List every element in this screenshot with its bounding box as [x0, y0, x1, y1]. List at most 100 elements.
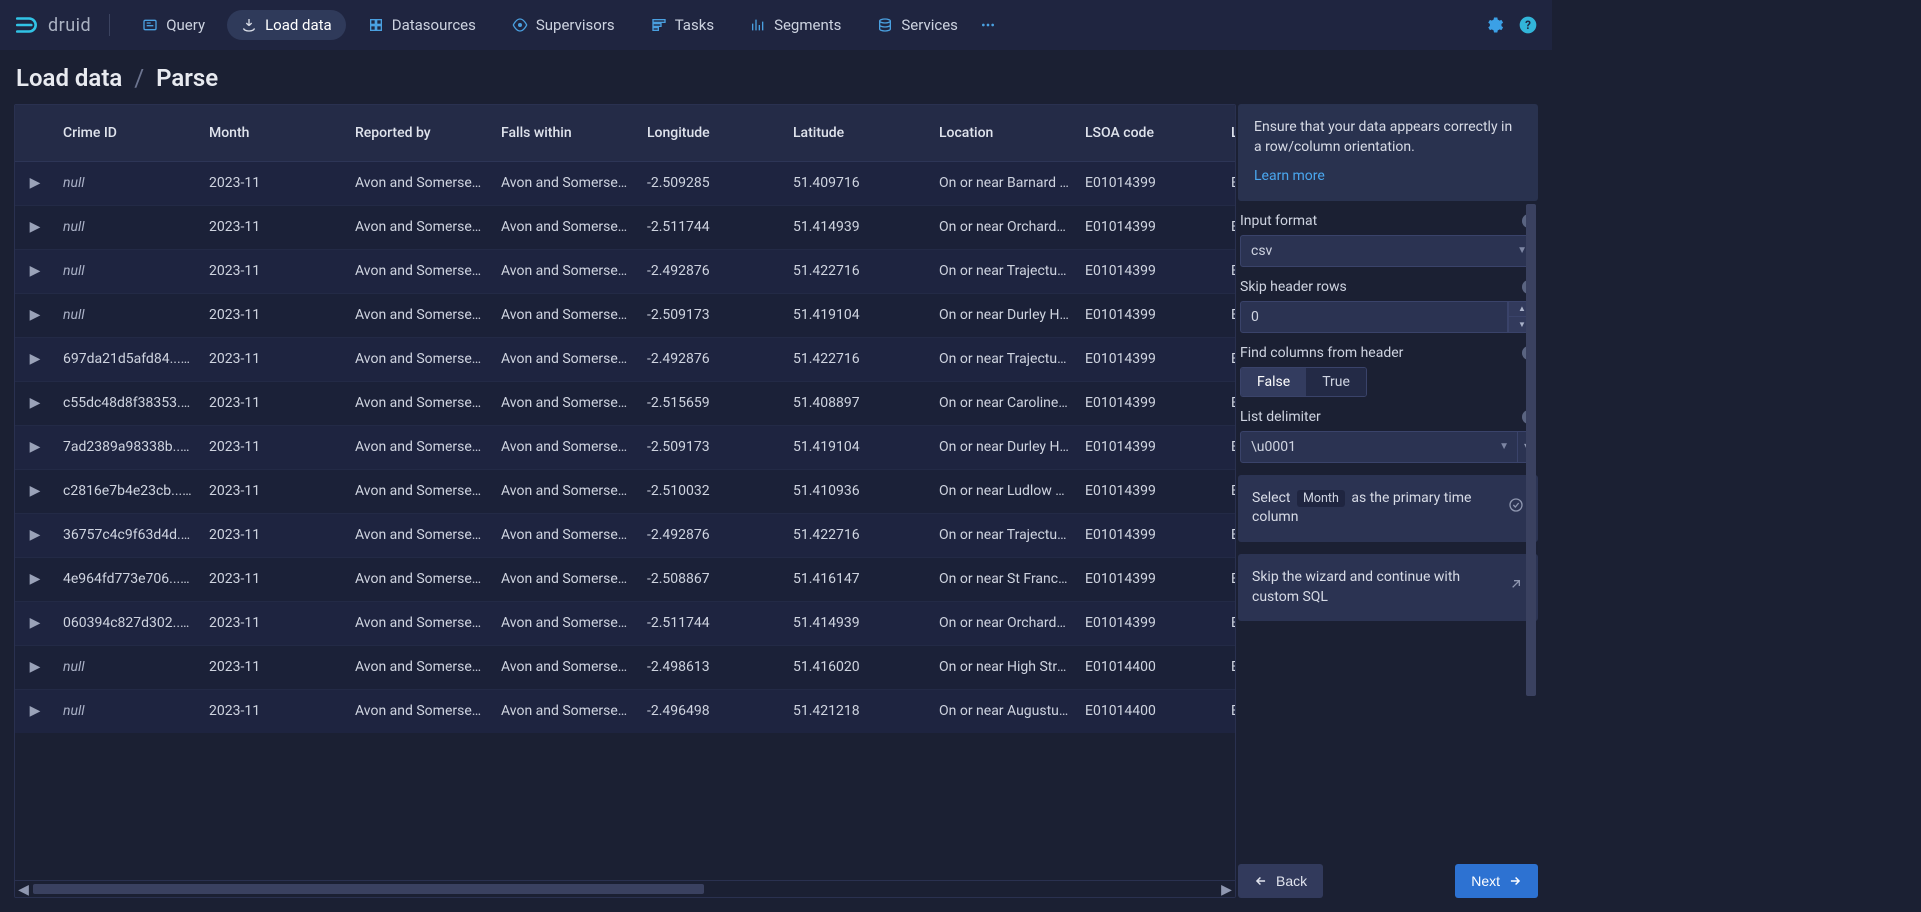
list-delimiter-label: List delimiter i	[1240, 409, 1536, 425]
input-format-select[interactable]: csv ▼	[1240, 235, 1536, 267]
cell: Avon and Somerset Constabulary	[493, 337, 639, 381]
column-header[interactable]: LSOA	[1223, 105, 1235, 161]
cell: 51.422716	[785, 337, 931, 381]
find-columns-toggle[interactable]: False True	[1240, 367, 1367, 397]
toggle-false[interactable]: False	[1241, 368, 1306, 396]
skip-wizard-card[interactable]: Skip the wizard and continue with custom…	[1238, 554, 1538, 621]
check-circle-icon	[1508, 497, 1524, 520]
cell: Bath	[1223, 601, 1235, 645]
cell: Avon and Somerset Constabulary	[347, 249, 493, 293]
table-row[interactable]: ▶c55dc48d8f38353...•••2023-11Avon and So…	[15, 381, 1235, 425]
table-row[interactable]: ▶4e964fd773e706...•••2023-11Avon and Som…	[15, 557, 1235, 601]
expand-row-icon[interactable]: ▶	[15, 425, 55, 469]
table-row[interactable]: ▶c2816e7b4e23cb...•••2023-11Avon and Som…	[15, 469, 1235, 513]
cell: Avon and Somerset Constabulary	[493, 249, 639, 293]
expand-row-icon[interactable]: ▶	[15, 205, 55, 249]
expand-row-icon[interactable]: ▶	[15, 645, 55, 689]
cell: 2023-11	[201, 425, 347, 469]
expand-row-icon[interactable]: ▶	[15, 381, 55, 425]
cell: -2.492876	[639, 249, 785, 293]
expand-row-icon[interactable]: ▶	[15, 513, 55, 557]
cell: Avon and Somerset Constabulary	[347, 161, 493, 205]
cell: 2023-11	[201, 381, 347, 425]
arrow-left-icon	[1254, 874, 1268, 888]
vertical-scrollbar[interactable]	[1524, 104, 1538, 898]
column-header[interactable]: Latitude	[785, 105, 931, 161]
time-column-chip: Month	[1297, 490, 1345, 507]
cell: E01014400	[1077, 645, 1223, 689]
cell: E01014399	[1077, 557, 1223, 601]
column-header[interactable]: Longitude	[639, 105, 785, 161]
table-row[interactable]: ▶null2023-11Avon and Somerset Constabula…	[15, 161, 1235, 205]
cell: On or near Ludlow Close	[931, 469, 1077, 513]
nav-services[interactable]: Services	[863, 10, 972, 40]
back-button[interactable]: Back	[1238, 864, 1323, 898]
title-section: Load data	[16, 64, 122, 92]
svg-text:?: ?	[1525, 18, 1531, 32]
skip-header-input[interactable]: 0	[1240, 301, 1508, 333]
table-row[interactable]: ▶null2023-11Avon and Somerset Constabula…	[15, 205, 1235, 249]
skip-header-label: Skip header rows i	[1240, 279, 1536, 295]
scroll-thumb[interactable]	[33, 884, 704, 894]
column-header[interactable]: Month	[201, 105, 347, 161]
scroll-right-icon[interactable]: ▶	[1218, 881, 1235, 898]
expand-row-icon[interactable]: ▶	[15, 293, 55, 337]
expand-row-icon[interactable]: ▶	[15, 469, 55, 513]
horizontal-scrollbar[interactable]: ◀ ▶	[15, 880, 1235, 897]
table-row[interactable]: ▶697da21d5afd84...•••2023-11Avon and Som…	[15, 337, 1235, 381]
scroll-thumb[interactable]	[1526, 204, 1536, 696]
config-panel: Ensure that your data appears correctly …	[1236, 104, 1538, 898]
column-header[interactable]: Crime ID	[55, 105, 201, 161]
cell: Bath	[1223, 425, 1235, 469]
column-header[interactable]: Location	[931, 105, 1077, 161]
nav-more[interactable]	[972, 11, 1004, 39]
select-time-column-card[interactable]: Select Month as the primary time column	[1238, 475, 1538, 542]
cell: -2.492876	[639, 337, 785, 381]
expand-row-icon[interactable]: ▶	[15, 249, 55, 293]
cell: 51.409716	[785, 161, 931, 205]
expand-row-icon[interactable]: ▶	[15, 689, 55, 733]
cell: Avon and Somerset Constabulary	[493, 601, 639, 645]
nav-supervisors[interactable]: Supervisors	[498, 10, 629, 40]
nav-datasources[interactable]: Datasources	[354, 10, 490, 40]
cell: -2.509173	[639, 425, 785, 469]
expand-row-icon[interactable]: ▶	[15, 557, 55, 601]
nav-load-data[interactable]: Load data	[227, 10, 346, 40]
cell: 2023-11	[201, 689, 347, 733]
nav-query[interactable]: Query	[128, 10, 219, 40]
find-columns-label: Find columns from header i	[1240, 345, 1536, 361]
cell: Bath	[1223, 513, 1235, 557]
table-row[interactable]: ▶7ad2389a98338b...•••2023-11Avon and Som…	[15, 425, 1235, 469]
column-header[interactable]: Falls within	[493, 105, 639, 161]
expand-row-icon[interactable]: ▶	[15, 337, 55, 381]
more-icon	[980, 17, 996, 33]
cell: E01014399	[1077, 469, 1223, 513]
cell: null	[55, 645, 201, 689]
cell: 2023-11	[201, 557, 347, 601]
info-box: Ensure that your data appears correctly …	[1238, 104, 1538, 201]
table-row[interactable]: ▶null2023-11Avon and Somerset Constabula…	[15, 249, 1235, 293]
toggle-true[interactable]: True	[1306, 368, 1366, 396]
gear-icon[interactable]	[1484, 15, 1504, 35]
expand-row-icon[interactable]: ▶	[15, 601, 55, 645]
learn-more-link[interactable]: Learn more	[1254, 167, 1325, 187]
table-row[interactable]: ▶36757c4c9f63d4d...•••2023-11Avon and So…	[15, 513, 1235, 557]
cell: null	[55, 161, 201, 205]
cell: Avon and Somerset Constabulary	[493, 645, 639, 689]
table-row[interactable]: ▶null2023-11Avon and Somerset Constabula…	[15, 293, 1235, 337]
column-header[interactable]: Reported by	[347, 105, 493, 161]
nav-tasks[interactable]: Tasks	[637, 10, 728, 40]
list-delimiter-input[interactable]: \u0001 ▼	[1240, 431, 1518, 463]
cell: -2.508867	[639, 557, 785, 601]
nav-segments[interactable]: Segments	[736, 10, 855, 40]
brand-logo[interactable]: druid	[14, 12, 91, 38]
expand-row-icon[interactable]: ▶	[15, 161, 55, 205]
scroll-left-icon[interactable]: ◀	[15, 881, 32, 898]
table-row[interactable]: ▶null2023-11Avon and Somerset Constabula…	[15, 689, 1235, 733]
table-row[interactable]: ▶null2023-11Avon and Somerset Constabula…	[15, 645, 1235, 689]
cell: E01014399	[1077, 205, 1223, 249]
page-title: Load data / Parse	[0, 50, 1552, 104]
table-row[interactable]: ▶060394c827d302...•••2023-11Avon and Som…	[15, 601, 1235, 645]
column-header[interactable]: LSOA code	[1077, 105, 1223, 161]
help-icon[interactable]: ?	[1518, 15, 1538, 35]
